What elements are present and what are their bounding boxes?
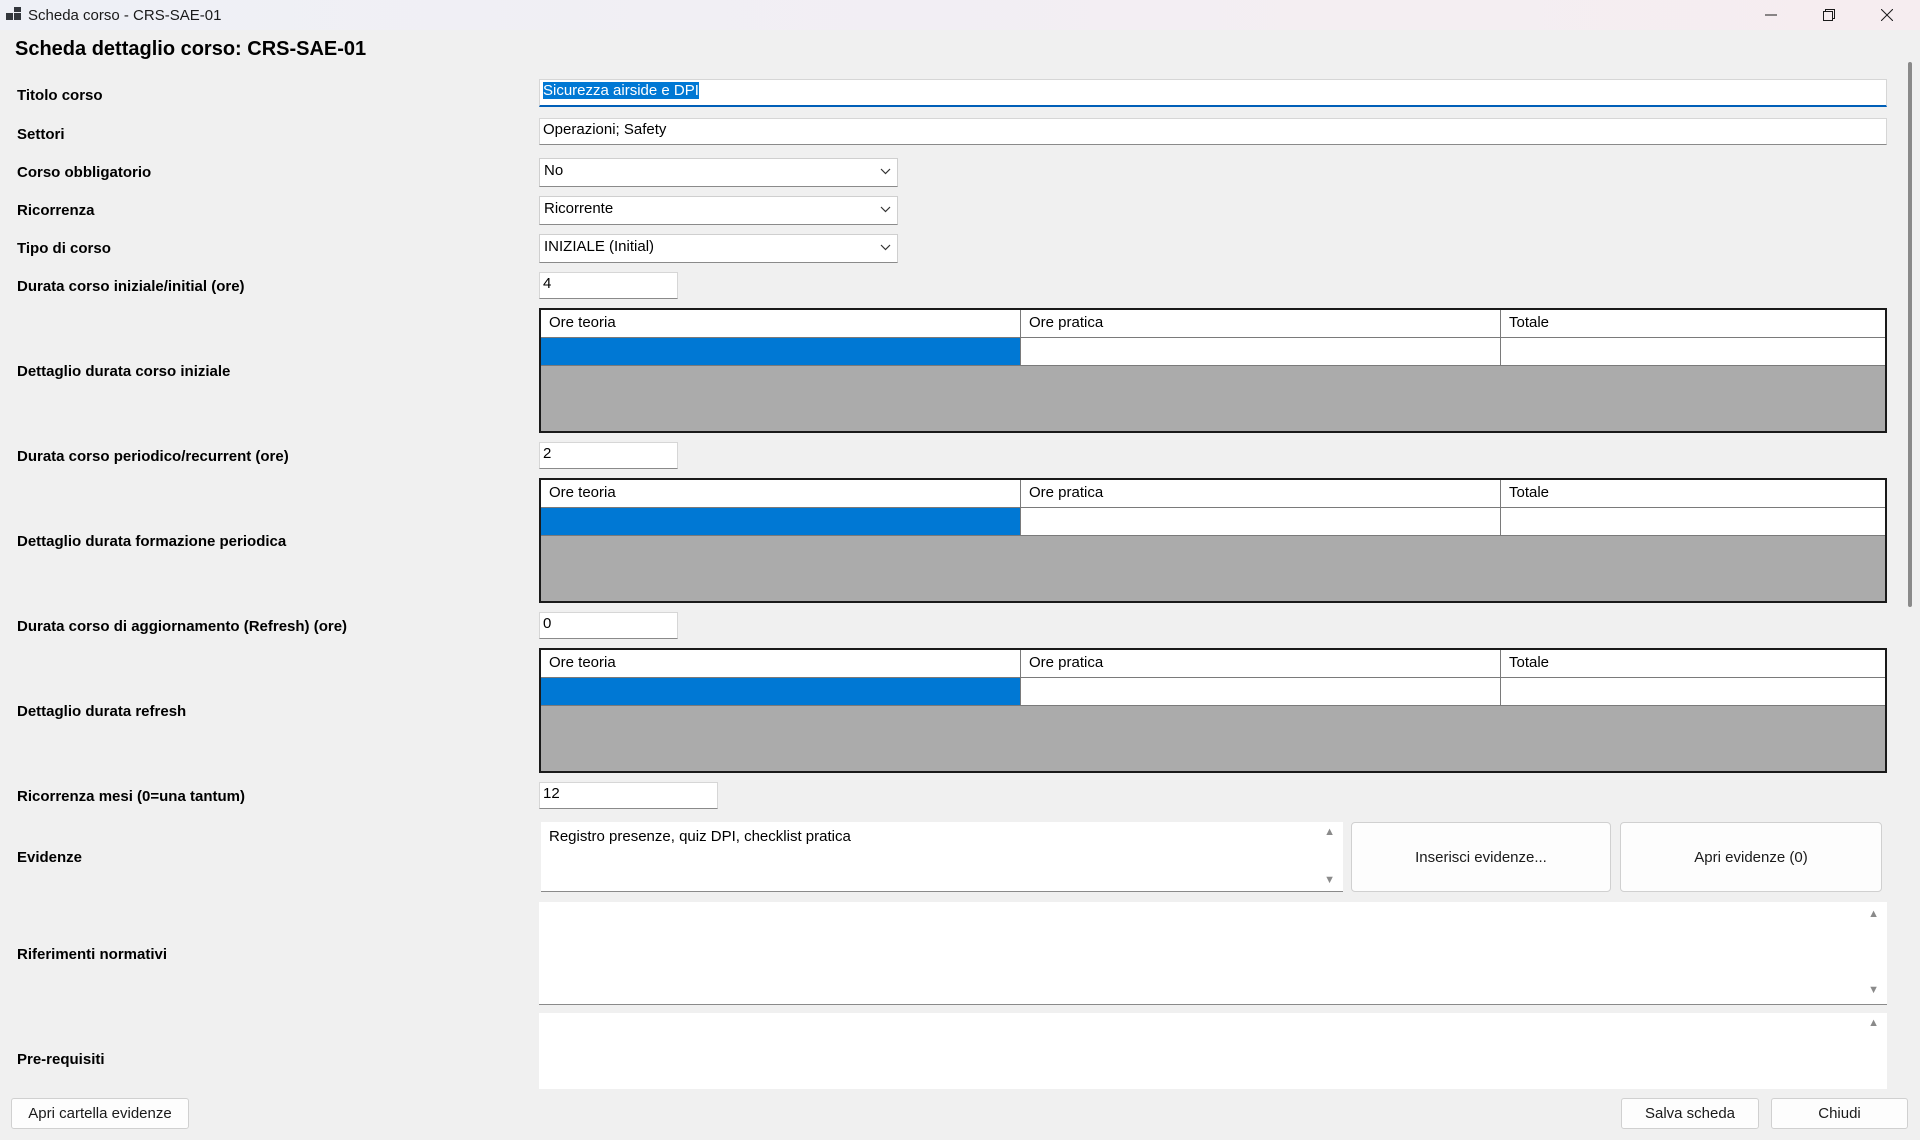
- cell-ore-teoria[interactable]: [541, 678, 1021, 706]
- restore-icon: [1823, 9, 1835, 21]
- title-bar: Scheda corso - CRS-SAE-01: [0, 0, 1920, 30]
- chiudi-button[interactable]: Chiudi: [1771, 1098, 1908, 1129]
- grid-header-row: Ore teoria Ore pratica Totale: [541, 650, 1885, 678]
- ricorrenza-value: Ricorrente: [544, 200, 614, 217]
- column-header-totale[interactable]: Totale: [1501, 650, 1885, 678]
- column-header-ore-pratica[interactable]: Ore pratica: [1021, 650, 1501, 678]
- tipo-value: INIZIALE (Initial): [544, 238, 655, 255]
- tipo-label: Tipo di corso: [17, 240, 111, 257]
- dettaglio-iniziale-grid[interactable]: Ore teoria Ore pratica Totale: [539, 308, 1887, 433]
- close-window-button[interactable]: [1858, 0, 1916, 30]
- scroll-down-icon[interactable]: ▼: [1868, 984, 1879, 996]
- column-header-ore-teoria[interactable]: Ore teoria: [541, 650, 1021, 678]
- minimize-icon: [1765, 14, 1777, 16]
- durata-iniziale-label: Durata corso iniziale/initial (ore): [17, 278, 245, 295]
- grid-header-row: Ore teoria Ore pratica Totale: [541, 480, 1885, 508]
- scroll-up-icon[interactable]: ▲: [1868, 1017, 1879, 1029]
- apri-evidenze-button[interactable]: Apri evidenze (0): [1620, 822, 1882, 892]
- ricorrenza-mesi-input[interactable]: 12: [539, 782, 718, 809]
- ricorrenza-select[interactable]: Ricorrente: [539, 196, 898, 225]
- inserisci-evidenze-button[interactable]: Inserisci evidenze...: [1351, 822, 1611, 892]
- durata-periodico-label: Durata corso periodico/recurrent (ore): [17, 448, 289, 465]
- column-header-totale[interactable]: Totale: [1501, 480, 1885, 508]
- scroll-up-icon[interactable]: ▲: [1868, 908, 1879, 920]
- evidenze-label: Evidenze: [17, 849, 83, 866]
- settori-label: Settori: [17, 126, 65, 143]
- dettaglio-periodica-label: Dettaglio durata formazione periodica: [17, 533, 287, 550]
- riferimenti-label: Riferimenti normativi: [17, 946, 168, 963]
- column-header-ore-teoria[interactable]: Ore teoria: [541, 480, 1021, 508]
- table-row[interactable]: [541, 508, 1885, 536]
- table-row[interactable]: [541, 338, 1885, 366]
- salva-scheda-button[interactable]: Salva scheda: [1621, 1098, 1759, 1129]
- titolo-input[interactable]: Sicurezza airside e DPI: [539, 79, 1887, 107]
- cell-ore-teoria[interactable]: [541, 338, 1021, 366]
- dettaglio-iniziale-label: Dettaglio durata corso iniziale: [17, 363, 231, 380]
- ricorrenza-label: Ricorrenza: [17, 202, 95, 219]
- obbligatorio-value: No: [544, 162, 564, 179]
- window-title: Scheda corso - CRS-SAE-01: [28, 6, 222, 24]
- obbligatorio-label: Corso obbligatorio: [17, 164, 152, 181]
- settori-input[interactable]: Operazioni; Safety: [539, 118, 1887, 145]
- restore-button[interactable]: [1800, 0, 1858, 30]
- ricorrenza-mesi-label: Ricorrenza mesi (0=una tantum): [17, 788, 245, 805]
- scroll-up-icon[interactable]: ▲: [1324, 826, 1335, 838]
- prerequisiti-label: Pre-requisiti: [17, 1051, 105, 1068]
- evidenze-textarea[interactable]: Registro presenze, quiz DPI, checklist p…: [541, 822, 1343, 892]
- close-icon: [1881, 9, 1893, 21]
- dettaglio-periodica-grid[interactable]: Ore teoria Ore pratica Totale: [539, 478, 1887, 603]
- durata-refresh-input[interactable]: 0: [539, 612, 678, 639]
- cell-totale[interactable]: [1501, 338, 1885, 366]
- column-header-totale[interactable]: Totale: [1501, 310, 1885, 338]
- cell-ore-pratica[interactable]: [1021, 338, 1501, 366]
- dettaglio-refresh-grid[interactable]: Ore teoria Ore pratica Totale: [539, 648, 1887, 773]
- riferimenti-textarea[interactable]: ▲ ▼: [539, 902, 1887, 1005]
- minimize-button[interactable]: [1742, 0, 1800, 30]
- chevron-down-icon: [880, 244, 891, 251]
- prerequisiti-textarea[interactable]: ▲: [539, 1013, 1887, 1089]
- titolo-label: Titolo corso: [17, 87, 103, 104]
- column-header-ore-teoria[interactable]: Ore teoria: [541, 310, 1021, 338]
- obbligatorio-select[interactable]: No: [539, 158, 898, 187]
- cell-totale[interactable]: [1501, 508, 1885, 536]
- chevron-down-icon: [880, 168, 891, 175]
- chevron-down-icon: [880, 206, 891, 213]
- cell-totale[interactable]: [1501, 678, 1885, 706]
- titolo-value: Sicurezza airside e DPI: [543, 82, 699, 99]
- column-header-ore-pratica[interactable]: Ore pratica: [1021, 310, 1501, 338]
- app-grid-icon: [6, 7, 22, 23]
- cell-ore-teoria[interactable]: [541, 508, 1021, 536]
- evidenze-value: Registro presenze, quiz DPI, checklist p…: [549, 828, 851, 845]
- dettaglio-refresh-label: Dettaglio durata refresh: [17, 703, 187, 720]
- page-scrollbar[interactable]: [1908, 62, 1912, 607]
- durata-periodico-input[interactable]: 2: [539, 442, 678, 469]
- cell-ore-pratica[interactable]: [1021, 678, 1501, 706]
- apri-cartella-evidenze-button[interactable]: Apri cartella evidenze: [11, 1098, 189, 1129]
- cell-ore-pratica[interactable]: [1021, 508, 1501, 536]
- scroll-down-icon[interactable]: ▼: [1324, 874, 1335, 886]
- table-row[interactable]: [541, 678, 1885, 706]
- grid-header-row: Ore teoria Ore pratica Totale: [541, 310, 1885, 338]
- tipo-select[interactable]: INIZIALE (Initial): [539, 234, 898, 263]
- durata-refresh-label: Durata corso di aggiornamento (Refresh) …: [17, 618, 348, 635]
- durata-iniziale-input[interactable]: 4: [539, 272, 678, 299]
- column-header-ore-pratica[interactable]: Ore pratica: [1021, 480, 1501, 508]
- page-title: Scheda dettaglio corso: CRS-SAE-01: [15, 38, 367, 60]
